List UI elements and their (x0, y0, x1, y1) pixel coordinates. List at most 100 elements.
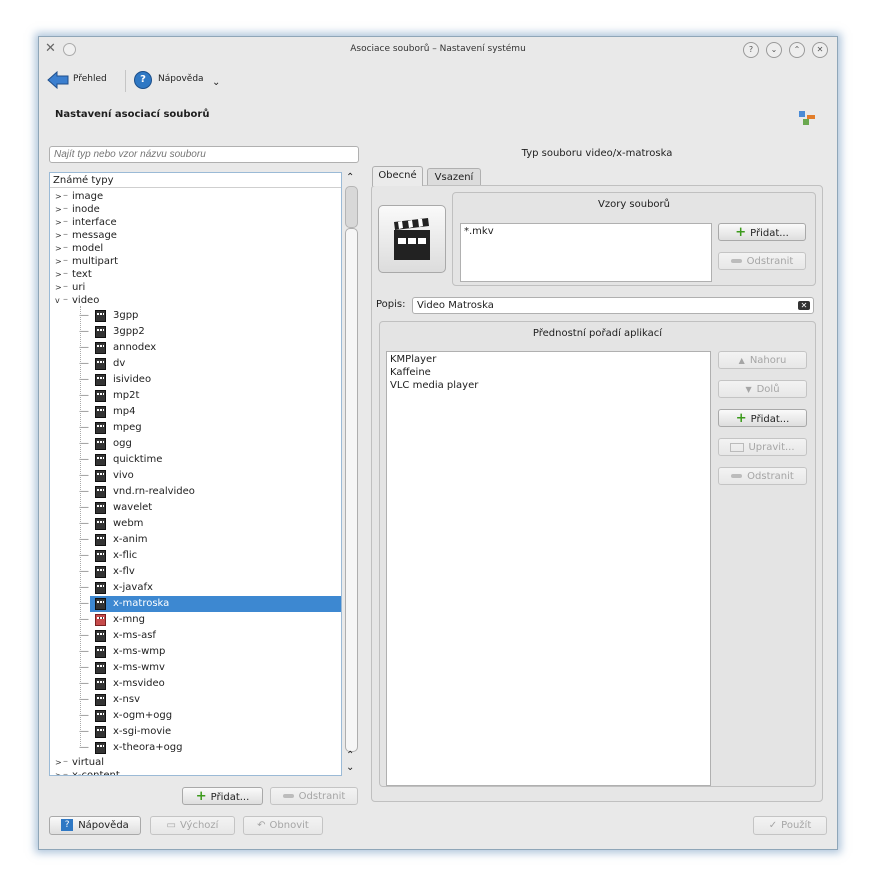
expand-arrow-icon[interactable]: > (55, 268, 62, 281)
type-icon-button[interactable] (378, 205, 446, 273)
tree-item-quicktime[interactable]: — quicktime (50, 452, 341, 468)
expand-arrow-icon[interactable]: > (55, 756, 62, 769)
tree-item-label: virtual (72, 757, 104, 768)
tree-item-inode[interactable]: > – inode (50, 203, 341, 216)
add-type-button[interactable]: + Přidat... (182, 787, 263, 805)
file-patterns-list[interactable]: *.mkv (460, 223, 712, 282)
maximize-button[interactable]: ⌃ (789, 42, 805, 58)
tree-item-x-sgi-movie[interactable]: — x-sgi-movie (50, 724, 341, 740)
tree-item-mpeg[interactable]: — mpeg (50, 420, 341, 436)
tree-item-vnd.rn-realvideo[interactable]: — vnd.rn-realvideo (50, 484, 341, 500)
minimize-button[interactable]: ⌄ (766, 42, 782, 58)
scrollbar-thumb[interactable] (345, 228, 358, 752)
description-input[interactable]: Video Matroska ✕ (412, 297, 814, 314)
pattern-item[interactable]: *.mkv (464, 226, 708, 237)
expand-arrow-icon[interactable]: > (55, 216, 62, 229)
tab-embedding[interactable]: Vsazení (427, 168, 481, 186)
expand-arrow-icon[interactable]: > (55, 242, 62, 255)
add-application-label: Přidat... (750, 414, 790, 425)
tree-item-x-matroska[interactable]: — x-matroska (79, 596, 341, 612)
tree-item-mp2t[interactable]: — mp2t (50, 388, 341, 404)
move-up-button[interactable]: ▲ Nahoru (718, 351, 807, 369)
tree-item-3gpp[interactable]: —3gpp (50, 308, 341, 324)
help-button[interactable]: ? Nápověda (49, 816, 141, 835)
add-application-button[interactable]: + Přidat... (718, 409, 807, 427)
tree-item-annodex[interactable]: — annodex (50, 340, 341, 356)
tree-item-model[interactable]: > – model (50, 242, 341, 255)
application-item[interactable]: Kaffeine (390, 366, 707, 379)
help-menu-button[interactable]: ? Nápověda ⌄ (134, 69, 229, 93)
tree-item-x-javafx[interactable]: — x-javafx (50, 580, 341, 596)
tree-item-x-flv[interactable]: — x-flv (50, 564, 341, 580)
tree-item-x-content[interactable]: > – x-content (50, 769, 341, 775)
expand-arrow-icon[interactable]: > (55, 229, 62, 242)
tree-item-mp4[interactable]: — mp4 (50, 404, 341, 420)
tree-item-video[interactable]: v – video (50, 294, 341, 307)
tree-item-x-theora+ogg[interactable]: — x-theora+ogg (50, 740, 341, 756)
tree-item-text[interactable]: > – text (50, 268, 341, 281)
scroll-up-icon[interactable]: ⌃ (346, 172, 354, 183)
expand-arrow-icon[interactable]: > (55, 190, 62, 203)
reset-button[interactable]: ↶ Obnovit (243, 816, 323, 835)
expand-arrow-icon[interactable]: > (55, 255, 62, 268)
file-patterns-title: Vzory souborů (598, 199, 670, 210)
apply-button[interactable]: ✓ Použít (753, 816, 827, 835)
tree-item-x-ms-asf[interactable]: — x-ms-asf (50, 628, 341, 644)
image-file-icon (95, 614, 106, 626)
tree-item-ogg[interactable]: — ogg (50, 436, 341, 452)
tree-item-label: x-msvideo (113, 678, 165, 689)
tree-item-virtual[interactable]: > – virtual (50, 756, 341, 769)
remove-pattern-button[interactable]: Odstranit (718, 252, 806, 270)
tree-item-x-msvideo[interactable]: — x-msvideo (50, 676, 341, 692)
add-pattern-button[interactable]: + Přidat... (718, 223, 806, 241)
tree-item-image[interactable]: > – image (50, 190, 341, 203)
edit-icon (730, 442, 745, 452)
context-help-button[interactable]: ? (743, 42, 759, 58)
tree-item-message[interactable]: > – message (50, 229, 341, 242)
collapse-arrow-icon[interactable]: v (55, 294, 60, 307)
close-button[interactable]: ✕ (812, 42, 828, 58)
scroll-down-icon[interactable]: ⌄ (346, 762, 354, 773)
tree-item-x-ms-wmv[interactable]: — x-ms-wmv (50, 660, 341, 676)
tree-item-x-ms-wmp[interactable]: — x-ms-wmp (50, 644, 341, 660)
tree-branch-line: – (63, 190, 68, 201)
tree-item-x-ogm+ogg[interactable]: — x-ogm+ogg (50, 708, 341, 724)
tree-item-multipart[interactable]: > – multipart (50, 255, 341, 268)
remove-type-button[interactable]: Odstranit (270, 787, 358, 805)
overview-button[interactable]: Přehled (47, 69, 117, 91)
application-list[interactable]: KMPlayer Kaffeine VLC media player (386, 351, 711, 786)
move-up-label: Nahoru (749, 355, 787, 366)
application-item[interactable]: VLC media player (390, 379, 707, 392)
search-input[interactable] (49, 146, 359, 163)
video-file-icon (95, 406, 106, 418)
tree-item-dv[interactable]: — dv (50, 356, 341, 372)
expand-arrow-icon[interactable]: > (55, 203, 62, 216)
mime-type-tree[interactable]: Známé typy > – image > – inode > – interface > – me… (49, 172, 342, 776)
application-item[interactable]: KMPlayer (390, 353, 707, 366)
tree-item-vivo[interactable]: — vivo (50, 468, 341, 484)
tree-item-3gpp2[interactable]: —3gpp2 (50, 324, 341, 340)
tree-item-x-nsv[interactable]: — x-nsv (50, 692, 341, 708)
tree-item-label: wavelet (113, 502, 153, 513)
tree-item-x-anim[interactable]: — x-anim (50, 532, 341, 548)
edit-application-button[interactable]: Upravit... (718, 438, 807, 456)
tree-item-label: x-ms-wmv (113, 662, 165, 673)
tree-item-label: 3gpp2 (113, 326, 145, 337)
tree-item-isivideo[interactable]: — isivideo (50, 372, 341, 388)
remove-application-button[interactable]: Odstranit (718, 467, 807, 485)
move-down-button[interactable]: ▼ Dolů (718, 380, 807, 398)
tree-item-x-mng[interactable]: — x-mng (50, 612, 341, 628)
tree-item-webm[interactable]: — webm (50, 516, 341, 532)
clear-field-icon[interactable]: ✕ (798, 301, 810, 310)
expand-arrow-icon[interactable]: > (55, 769, 62, 775)
tree-scrollbar[interactable]: ⌃ ⌃ ⌄ (344, 172, 358, 776)
expand-arrow-icon[interactable]: > (55, 281, 62, 294)
defaults-button[interactable]: ▭ Výchozí (150, 816, 235, 835)
tab-general[interactable]: Obecné (372, 166, 423, 186)
tree-item-uri[interactable]: > – uri (50, 281, 341, 294)
tree-item-interface[interactable]: > – interface (50, 216, 341, 229)
tree-item-x-flic[interactable]: — x-flic (50, 548, 341, 564)
tree-item-wavelet[interactable]: — wavelet (50, 500, 341, 516)
scroll-up-icon[interactable]: ⌃ (346, 750, 354, 761)
toolbar-separator (125, 70, 126, 92)
